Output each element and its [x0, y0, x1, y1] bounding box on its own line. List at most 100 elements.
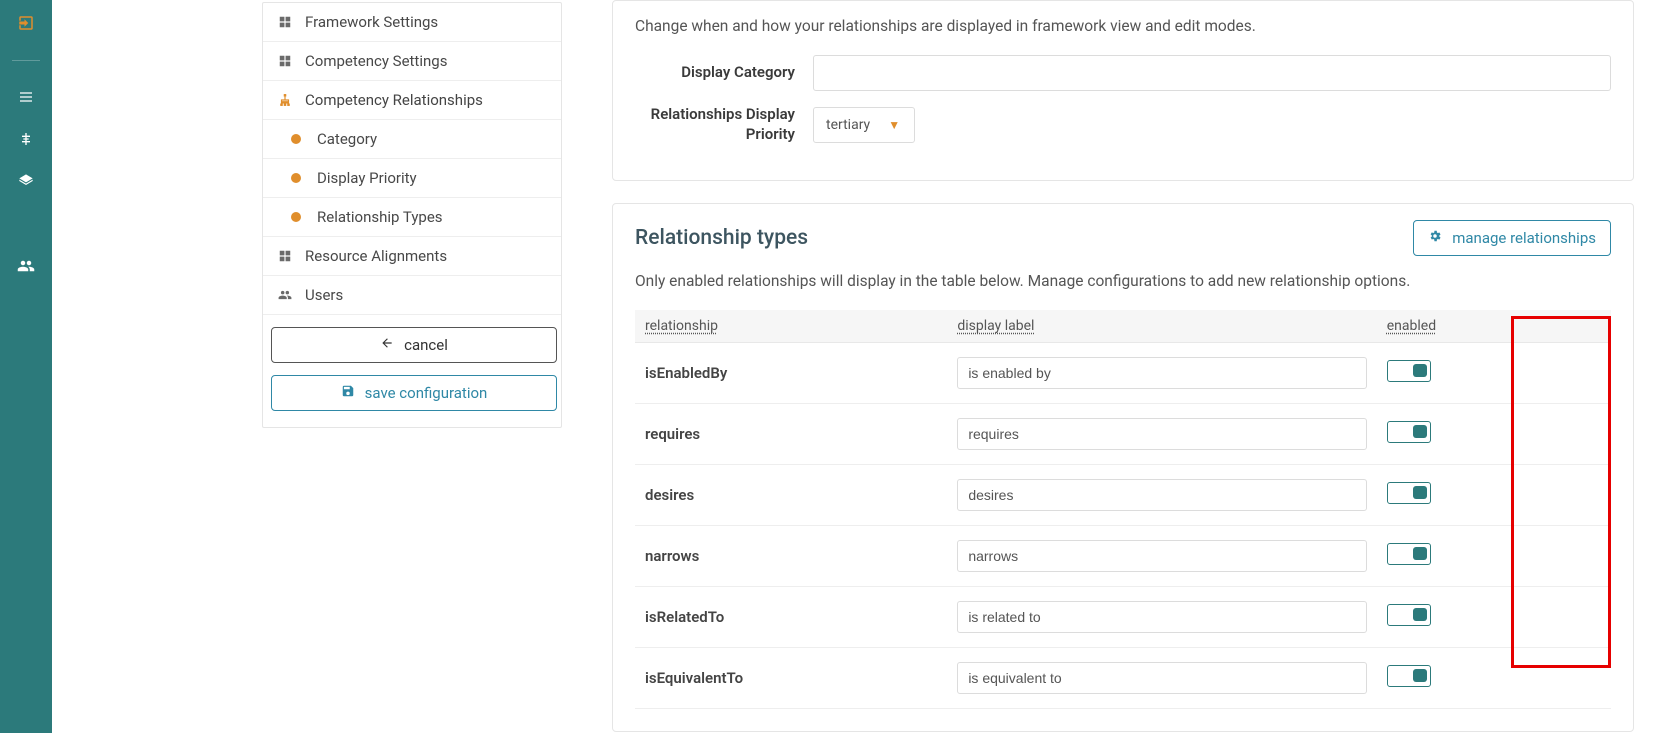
cell-enabled	[1377, 587, 1611, 648]
menu-label: Competency Settings	[305, 52, 447, 70]
gear-icon	[1428, 229, 1442, 247]
cell-enabled	[1377, 526, 1611, 587]
layers-icon[interactable]	[18, 173, 34, 189]
form-label: Relationships Display Priority	[635, 105, 795, 144]
grid-icon	[277, 15, 293, 29]
menu-label: Resource Alignments	[305, 247, 447, 265]
chevron-down-icon: ▼	[888, 118, 900, 132]
manage-relationships-button[interactable]: manage relationships	[1413, 220, 1611, 256]
cell-enabled	[1377, 465, 1611, 526]
arrow-left-icon	[380, 336, 394, 354]
panel-description: Change when and how your relationships a…	[635, 17, 1611, 35]
list-icon[interactable]	[18, 89, 34, 105]
table-row: desires	[635, 465, 1611, 526]
main-column: Change when and how your relationships a…	[582, 0, 1654, 733]
cell-display-label	[947, 648, 1376, 709]
form-label: Display Category	[635, 63, 795, 83]
content: Framework Settings Competency Settings C…	[52, 0, 1654, 733]
save-icon	[341, 384, 355, 402]
settings-sidebar: Framework Settings Competency Settings C…	[242, 0, 582, 733]
button-label: save configuration	[365, 384, 488, 402]
cell-enabled	[1377, 343, 1611, 404]
submenu-label: Display Priority	[317, 169, 417, 187]
rail-divider	[12, 60, 40, 61]
submenu-label: Relationship Types	[317, 208, 443, 226]
submenu-label: Category	[317, 130, 377, 148]
display-label-input[interactable]	[957, 662, 1366, 694]
panel-title: Relationship types	[635, 226, 808, 250]
menu-resource-alignments[interactable]: Resource Alignments	[263, 237, 561, 276]
cell-display-label	[947, 526, 1376, 587]
cancel-button[interactable]: cancel	[271, 327, 557, 363]
display-label-input[interactable]	[957, 357, 1366, 389]
toggle-knob	[1413, 364, 1427, 377]
bullet-icon	[291, 173, 301, 183]
settings-menu: Framework Settings Competency Settings C…	[262, 2, 562, 428]
users-icon[interactable]	[17, 257, 35, 275]
toggle-knob	[1413, 608, 1427, 621]
select-value: tertiary	[826, 117, 870, 133]
enabled-toggle[interactable]	[1387, 665, 1431, 687]
display-label-input[interactable]	[957, 479, 1366, 511]
users-icon	[277, 288, 293, 302]
enabled-toggle[interactable]	[1387, 543, 1431, 565]
display-label-input[interactable]	[957, 540, 1366, 572]
enabled-toggle[interactable]	[1387, 360, 1431, 382]
menu-competency-relationships[interactable]: Competency Relationships	[263, 81, 561, 120]
cell-relationship: desires	[635, 465, 947, 526]
table-row: narrows	[635, 526, 1611, 587]
cell-display-label	[947, 343, 1376, 404]
cell-relationship: isEnabledBy	[635, 343, 947, 404]
bullet-icon	[291, 134, 301, 144]
enabled-toggle[interactable]	[1387, 421, 1431, 443]
panel-description: Only enabled relationships will display …	[635, 272, 1611, 290]
bullet-icon	[291, 212, 301, 222]
form-row-priority: Relationships Display Priority tertiary …	[635, 105, 1611, 144]
relationships-tbody: isEnabledByrequiresdesiresnarrowsisRelat…	[635, 343, 1611, 709]
submenu-relationship-types[interactable]: Relationship Types	[263, 198, 561, 237]
th-enabled[interactable]: enabled	[1377, 310, 1611, 343]
cell-display-label	[947, 404, 1376, 465]
sitemap-icon	[277, 93, 293, 107]
submenu-category[interactable]: Category	[263, 120, 561, 159]
nav-rail	[0, 0, 52, 733]
menu-users[interactable]: Users	[263, 276, 561, 315]
priority-select[interactable]: tertiary ▼	[813, 107, 915, 143]
panel-header: Relationship types manage relationships	[635, 220, 1611, 256]
cell-relationship: requires	[635, 404, 947, 465]
th-display-label[interactable]: display label	[947, 310, 1376, 343]
toggle-knob	[1413, 547, 1427, 560]
gear-icon[interactable]	[18, 215, 34, 231]
cell-enabled	[1377, 404, 1611, 465]
display-label-input[interactable]	[957, 601, 1366, 633]
hierarchy-icon[interactable]	[18, 131, 34, 147]
menu-label: Competency Relationships	[305, 91, 483, 109]
grid-icon	[277, 54, 293, 68]
cell-display-label	[947, 465, 1376, 526]
cell-display-label	[947, 587, 1376, 648]
toggle-knob	[1413, 669, 1427, 682]
menu-label: Framework Settings	[305, 13, 438, 31]
table-row: isRelatedTo	[635, 587, 1611, 648]
display-label-input[interactable]	[957, 418, 1366, 450]
menu-label: Users	[305, 286, 343, 304]
button-label: cancel	[404, 336, 448, 354]
submenu-display-priority[interactable]: Display Priority	[263, 159, 561, 198]
relationship-types-panel: Relationship types manage relationships …	[612, 203, 1634, 732]
enabled-toggle[interactable]	[1387, 482, 1431, 504]
th-relationship[interactable]: relationship	[635, 310, 947, 343]
logout-icon[interactable]	[17, 14, 35, 32]
toggle-knob	[1413, 486, 1427, 499]
display-settings-panel: Change when and how your relationships a…	[612, 0, 1634, 181]
table-row: requires	[635, 404, 1611, 465]
toggle-knob	[1413, 425, 1427, 438]
menu-competency-settings[interactable]: Competency Settings	[263, 42, 561, 81]
display-category-input[interactable]	[813, 55, 1611, 91]
menu-framework-settings[interactable]: Framework Settings	[263, 3, 561, 42]
cell-enabled	[1377, 648, 1611, 709]
table-row: isEnabledBy	[635, 343, 1611, 404]
enabled-toggle[interactable]	[1387, 604, 1431, 626]
save-configuration-button[interactable]: save configuration	[271, 375, 557, 411]
cell-relationship: isRelatedTo	[635, 587, 947, 648]
relationships-table: relationship display label enabled isEna…	[635, 310, 1611, 709]
